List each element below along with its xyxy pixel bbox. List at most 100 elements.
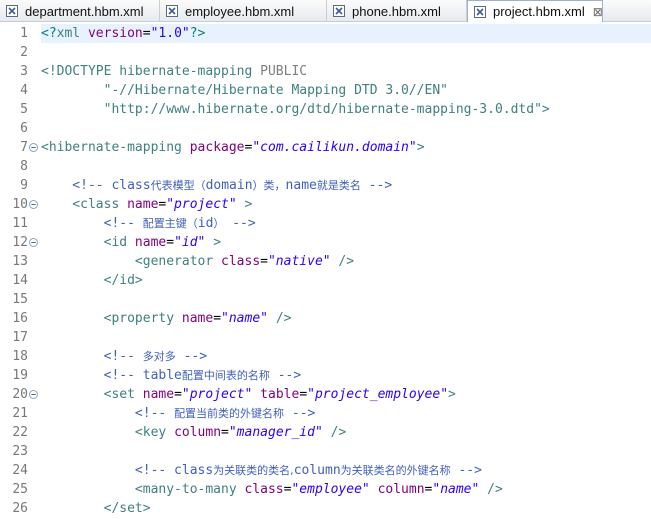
- code-line[interactable]: [41, 442, 651, 461]
- code-line[interactable]: [41, 43, 651, 62]
- fold-toggle-icon[interactable]: [29, 390, 38, 399]
- code-line[interactable]: <!-- class为关联类的类名,column为关联类名的外键名称 -->: [41, 461, 651, 480]
- code-token: "1.0": [150, 26, 190, 41]
- code-token: version: [87, 26, 143, 41]
- code-token: 为关联类名的外键名称: [340, 464, 451, 477]
- code-token: <key: [41, 425, 175, 440]
- code-line[interactable]: <?xml version="1.0"?>: [41, 24, 651, 43]
- code-token: >: [236, 197, 253, 212]
- fold-toggle-icon[interactable]: [29, 200, 38, 209]
- line-number: 7: [20, 140, 28, 155]
- code-token: domain: [205, 178, 253, 193]
- code-token: 配置中间表的名称: [181, 369, 270, 382]
- code-token: column: [377, 482, 425, 497]
- tab-label: department.hbm.xml: [25, 3, 144, 19]
- code-area[interactable]: <?xml version="1.0"?> <!DOCTYPE hibernate…: [41, 22, 651, 519]
- code-token: <!-- table: [41, 368, 182, 383]
- code-token: <!--: [41, 406, 175, 421]
- code-token: name: [285, 178, 317, 193]
- code-token: <many-to-many: [41, 482, 245, 497]
- code-token: "http://www.hibernate.org/dtd/hibernate-…: [41, 102, 550, 117]
- code-line[interactable]: <hibernate-mapping package="com.cailikun…: [41, 138, 651, 157]
- code-token: =: [142, 26, 151, 41]
- code-token: 配置主键（: [142, 217, 198, 230]
- code-token: xml: [56, 26, 88, 41]
- code-token: 就是类名: [316, 179, 361, 192]
- xml-editor[interactable]: department.hbm.xml employee.hbm.xml phon…: [0, 0, 651, 519]
- line-number: 25: [12, 482, 28, 497]
- code-token: <!--: [41, 349, 143, 364]
- fold-toggle-icon[interactable]: [29, 143, 38, 152]
- tab-label: phone.hbm.xml: [352, 3, 441, 19]
- tab-project-hbm-xml[interactable]: project.hbm.xml ⊠: [467, 0, 603, 22]
- code-token: -->: [175, 349, 208, 364]
- code-line[interactable]: </id>: [41, 271, 651, 290]
- code-token: 为关联类的类名,: [213, 464, 294, 477]
- code-line[interactable]: <property name="name" />: [41, 309, 651, 328]
- xml-file-icon: [333, 5, 345, 17]
- code-line[interactable]: <!-- 多对多 -->: [41, 347, 651, 366]
- tab-phone-hbm-xml[interactable]: phone.hbm.xml: [327, 0, 467, 22]
- code-token: name: [181, 311, 214, 326]
- code-token: <id: [41, 235, 135, 250]
- code-line[interactable]: [41, 290, 651, 309]
- code-token: =: [166, 235, 175, 250]
- line-number: 13: [12, 254, 28, 269]
- code-token: />: [330, 254, 355, 269]
- code-line[interactable]: [41, 157, 651, 176]
- code-token: table: [260, 387, 300, 402]
- code-token: "project": [181, 387, 253, 402]
- code-token: <!-- class: [41, 178, 151, 193]
- code-line[interactable]: <id name="id" >: [41, 233, 651, 252]
- line-number: 14: [12, 273, 28, 288]
- code-token: 代表模型（: [150, 179, 206, 192]
- code-line[interactable]: [41, 119, 651, 138]
- fold-toggle-icon[interactable]: [29, 238, 38, 247]
- tab-employee-hbm-xml[interactable]: employee.hbm.xml: [160, 0, 327, 22]
- code-token: =: [260, 254, 268, 269]
- code-line[interactable]: "-//Hibernate/Hibernate Mapping DTD 3.0/…: [41, 81, 651, 100]
- code-token: =: [299, 387, 308, 402]
- line-number: 23: [12, 444, 28, 459]
- line-number: 10: [12, 197, 28, 212]
- code-token: 多对多: [142, 350, 176, 363]
- code-token: =: [174, 387, 182, 402]
- line-number: 26: [12, 501, 28, 516]
- code-token: "manager_id": [228, 425, 323, 440]
- code-token: -->: [284, 406, 316, 421]
- code-line[interactable]: <generator class="native" />: [41, 252, 651, 271]
- code-line[interactable]: <!-- 配置主键（id） -->: [41, 214, 651, 233]
- code-token: column: [174, 425, 222, 440]
- xml-file-icon: [166, 5, 178, 17]
- code-token: />: [322, 425, 347, 440]
- code-token: </set>: [41, 501, 151, 516]
- code-token: "-//Hibernate/Hibernate Mapping DTD 3.0/…: [41, 83, 448, 98]
- code-token: <generator: [41, 254, 222, 269]
- code-token: -->: [450, 463, 482, 478]
- code-line[interactable]: [41, 328, 651, 347]
- code-line[interactable]: <!-- table配置中间表的名称 -->: [41, 366, 651, 385]
- code-line[interactable]: <!-- 配置当前类的外键名称 -->: [41, 404, 651, 423]
- code-token: -->: [360, 178, 393, 193]
- code-token: <set: [41, 387, 143, 402]
- code-line[interactable]: "http://www.hibernate.org/dtd/hibernate-…: [41, 100, 651, 119]
- code-line[interactable]: <!-- class代表模型（domain）类，name就是类名 -->: [41, 176, 651, 195]
- code-token: </id>: [41, 273, 143, 288]
- xml-file-icon: [474, 5, 486, 18]
- line-number: 18: [12, 349, 28, 364]
- code-token: id: [197, 216, 214, 231]
- tab-department-hbm-xml[interactable]: department.hbm.xml: [0, 0, 160, 22]
- code-line[interactable]: <set name="project" table="project_emplo…: [41, 385, 651, 404]
- code-token: name: [134, 235, 167, 250]
- editor-tab-bar: department.hbm.xml employee.hbm.xml phon…: [0, 0, 651, 22]
- code-token: PUBLIC: [260, 64, 308, 79]
- line-number: 22: [12, 425, 28, 440]
- code-token: column: [293, 463, 341, 478]
- code-line[interactable]: <class name="project" >: [41, 195, 651, 214]
- code-line[interactable]: <key column="manager_id" />: [41, 423, 651, 442]
- code-line[interactable]: <many-to-many class="employee" column="n…: [41, 480, 651, 499]
- close-tab-icon[interactable]: ⊠: [593, 6, 603, 18]
- code-line[interactable]: <!DOCTYPE hibernate-mapping PUBLIC: [41, 62, 651, 81]
- code-line[interactable]: </set>: [41, 499, 651, 518]
